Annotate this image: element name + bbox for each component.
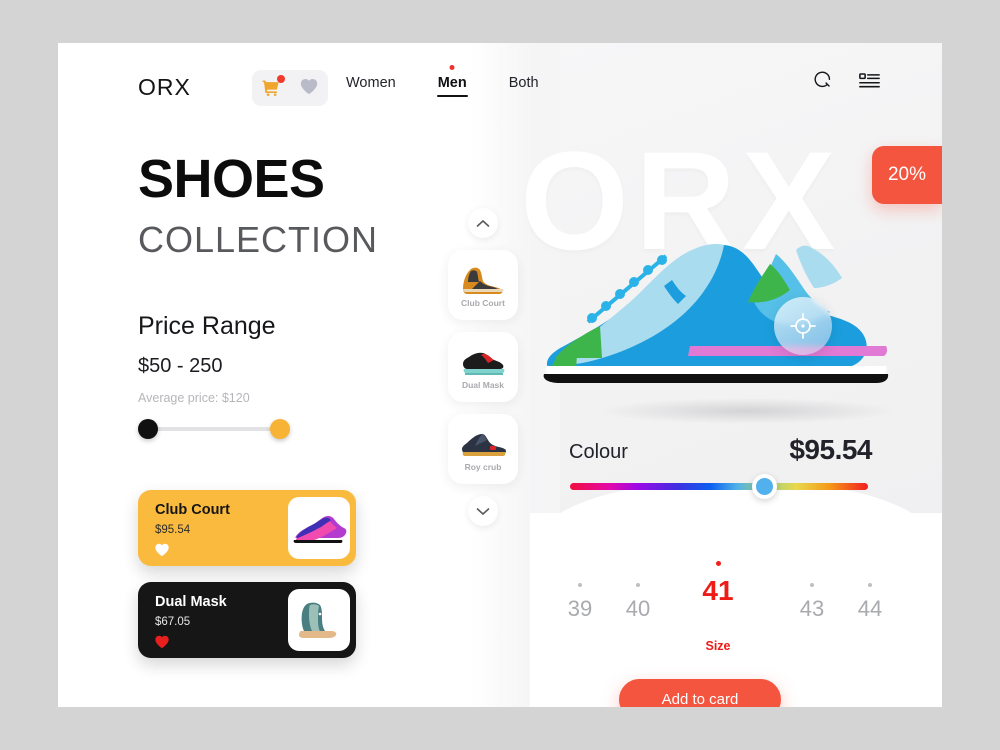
average-price-label: Average price: $120 — [138, 391, 250, 405]
page-subtitle: COLLECTION — [138, 219, 379, 260]
heart-icon[interactable] — [299, 77, 319, 100]
nav-item-both[interactable]: Both — [509, 65, 539, 97]
thumbnail-label: Roy crub — [464, 461, 502, 472]
thumbnail-item-dual-mask[interactable]: Dual Mask — [448, 332, 518, 402]
size-option-40[interactable]: 40 — [614, 583, 662, 622]
list-menu-icon[interactable] — [859, 72, 880, 95]
chevron-down-icon[interactable] — [468, 496, 498, 526]
main-nav: Women Men Both — [346, 65, 539, 97]
size-dot — [636, 583, 640, 587]
page-title: SHOES — [138, 149, 325, 209]
product-card-club-court[interactable]: Club Court $95.54 — [138, 490, 356, 566]
chevron-up-icon[interactable] — [468, 208, 498, 238]
size-dot — [868, 583, 872, 587]
size-value: 41 — [702, 575, 734, 606]
nav-label: Both — [508, 75, 539, 91]
colour-label: Colour — [569, 441, 628, 463]
shoe-drop-shadow — [598, 398, 898, 424]
product-card-dual-mask[interactable]: Dual Mask $67.05 — [138, 582, 356, 658]
size-dot — [810, 583, 814, 587]
nav-item-men[interactable]: Men — [436, 65, 468, 97]
size-value: 44 — [857, 596, 883, 621]
heart-filled-icon[interactable] — [154, 634, 170, 654]
add-to-cart-button[interactable]: Add to card — [619, 679, 781, 707]
slider-track — [148, 427, 280, 431]
product-price: $95.54 — [155, 524, 191, 536]
colour-slider-handle[interactable] — [752, 474, 777, 499]
size-option-41[interactable]: 41 Size — [694, 561, 742, 653]
price-range-heading: Price Range — [138, 312, 276, 340]
thumbnail-item-club-court[interactable]: Club Court — [448, 250, 518, 320]
shoe-icon — [458, 263, 508, 297]
header-icon-group — [252, 70, 328, 106]
price-range-value: $50 - 250 — [138, 355, 223, 377]
size-dot — [715, 561, 721, 566]
product-name: Dual Mask — [155, 594, 227, 610]
size-value: 39 — [567, 596, 593, 621]
colour-slider-track[interactable] — [570, 483, 868, 490]
shoe-icon — [458, 345, 508, 379]
cart-badge-dot — [277, 75, 285, 83]
site-header: ORX Women Men Both — [58, 43, 942, 135]
product-hero-image — [540, 218, 912, 393]
header-actions — [814, 71, 880, 95]
thumbnail-label: Club Court — [461, 297, 505, 308]
size-option-39[interactable]: 39 — [556, 583, 604, 622]
app-window: ORX ORX Women Men Both SHOES COLLECTION … — [58, 43, 942, 707]
size-selector: 39 40 41 Size 43 44 — [556, 561, 916, 661]
thumbnail-rail: Club Court Dual Mask Roy crub — [446, 208, 520, 526]
detail-price: $95.54 — [789, 434, 872, 465]
size-value: 43 — [799, 596, 825, 621]
price-range-slider[interactable] — [138, 419, 290, 439]
product-thumbnail — [288, 589, 350, 651]
size-value: 40 — [625, 596, 651, 621]
product-name: Club Court — [155, 502, 230, 518]
nav-label: Women — [346, 75, 396, 91]
size-option-43[interactable]: 43 — [788, 583, 836, 622]
heart-outline-icon[interactable] — [154, 542, 170, 562]
thumbnail-item-roy-crub[interactable]: Roy crub — [448, 414, 518, 484]
nav-item-women[interactable]: Women — [346, 65, 396, 97]
product-thumbnail — [288, 497, 350, 559]
size-option-44[interactable]: 44 — [846, 583, 894, 622]
slider-handle-min[interactable] — [138, 419, 158, 439]
nav-active-dot — [449, 65, 455, 70]
brand-logo[interactable]: ORX — [138, 74, 191, 101]
nav-label: Men — [437, 75, 467, 91]
discount-badge: 20% — [872, 146, 942, 204]
shopping-cart-icon[interactable] — [261, 75, 285, 98]
shoe-icon — [458, 427, 508, 461]
thumbnail-label: Dual Mask — [461, 379, 505, 390]
size-dot — [578, 583, 582, 587]
search-icon[interactable] — [814, 71, 833, 95]
product-price: $67.05 — [155, 616, 191, 628]
slider-handle-max[interactable] — [270, 419, 290, 439]
size-caption: Size — [705, 639, 731, 653]
crosshair-target-icon[interactable] — [774, 297, 832, 355]
